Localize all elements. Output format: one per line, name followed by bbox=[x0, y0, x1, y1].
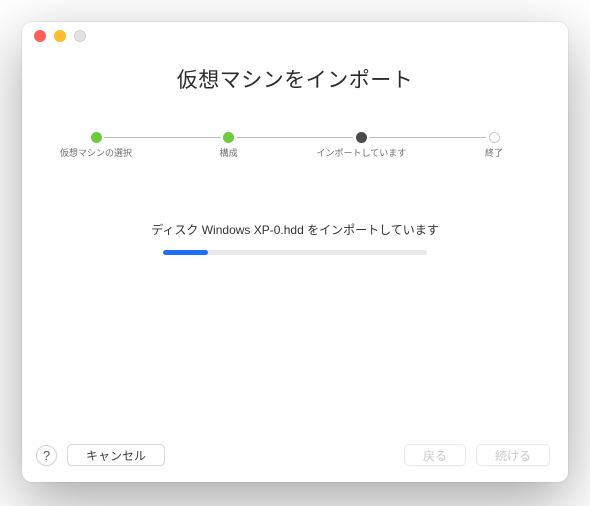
progress-fill bbox=[163, 250, 208, 255]
dialog-window: 仮想マシンをインポート 仮想マシンの選択 構成 インポートしています 終了 ディ… bbox=[22, 22, 568, 482]
step-connector bbox=[237, 137, 354, 138]
step-select-vm: 仮想マシンの選択 bbox=[88, 132, 104, 143]
progress-status-text: ディスク Windows XP-0.hdd をインポートしています bbox=[151, 221, 439, 238]
help-button[interactable]: ? bbox=[36, 445, 57, 466]
step-importing: インポートしています bbox=[353, 132, 369, 143]
close-icon[interactable] bbox=[34, 30, 46, 42]
step-dot-pending-icon bbox=[489, 132, 500, 143]
wizard-stepper: 仮想マシンの選択 構成 インポートしています 終了 bbox=[22, 132, 568, 143]
step-dot-done-icon bbox=[91, 132, 102, 143]
minimize-icon[interactable] bbox=[54, 30, 66, 42]
step-finish: 終了 bbox=[486, 132, 502, 143]
cancel-button[interactable]: キャンセル bbox=[67, 444, 165, 466]
zoom-icon bbox=[74, 30, 86, 42]
step-dot-current-icon bbox=[356, 132, 367, 143]
step-label: 構成 bbox=[184, 148, 274, 160]
titlebar bbox=[22, 22, 568, 50]
step-dot-done-icon bbox=[223, 132, 234, 143]
step-configure: 構成 bbox=[221, 132, 237, 143]
main-content: ディスク Windows XP-0.hdd をインポートしています bbox=[22, 143, 568, 432]
step-label: 終了 bbox=[449, 148, 539, 160]
step-connector bbox=[104, 137, 221, 138]
step-label: インポートしています bbox=[316, 148, 406, 160]
step-label: 仮想マシンの選択 bbox=[51, 148, 141, 160]
progress-bar bbox=[163, 250, 427, 255]
footer: ? キャンセル 戻る 続ける bbox=[22, 432, 568, 482]
page-title: 仮想マシンをインポート bbox=[22, 64, 568, 94]
back-button: 戻る bbox=[404, 444, 466, 466]
continue-button: 続ける bbox=[476, 444, 550, 466]
step-connector bbox=[369, 137, 486, 138]
